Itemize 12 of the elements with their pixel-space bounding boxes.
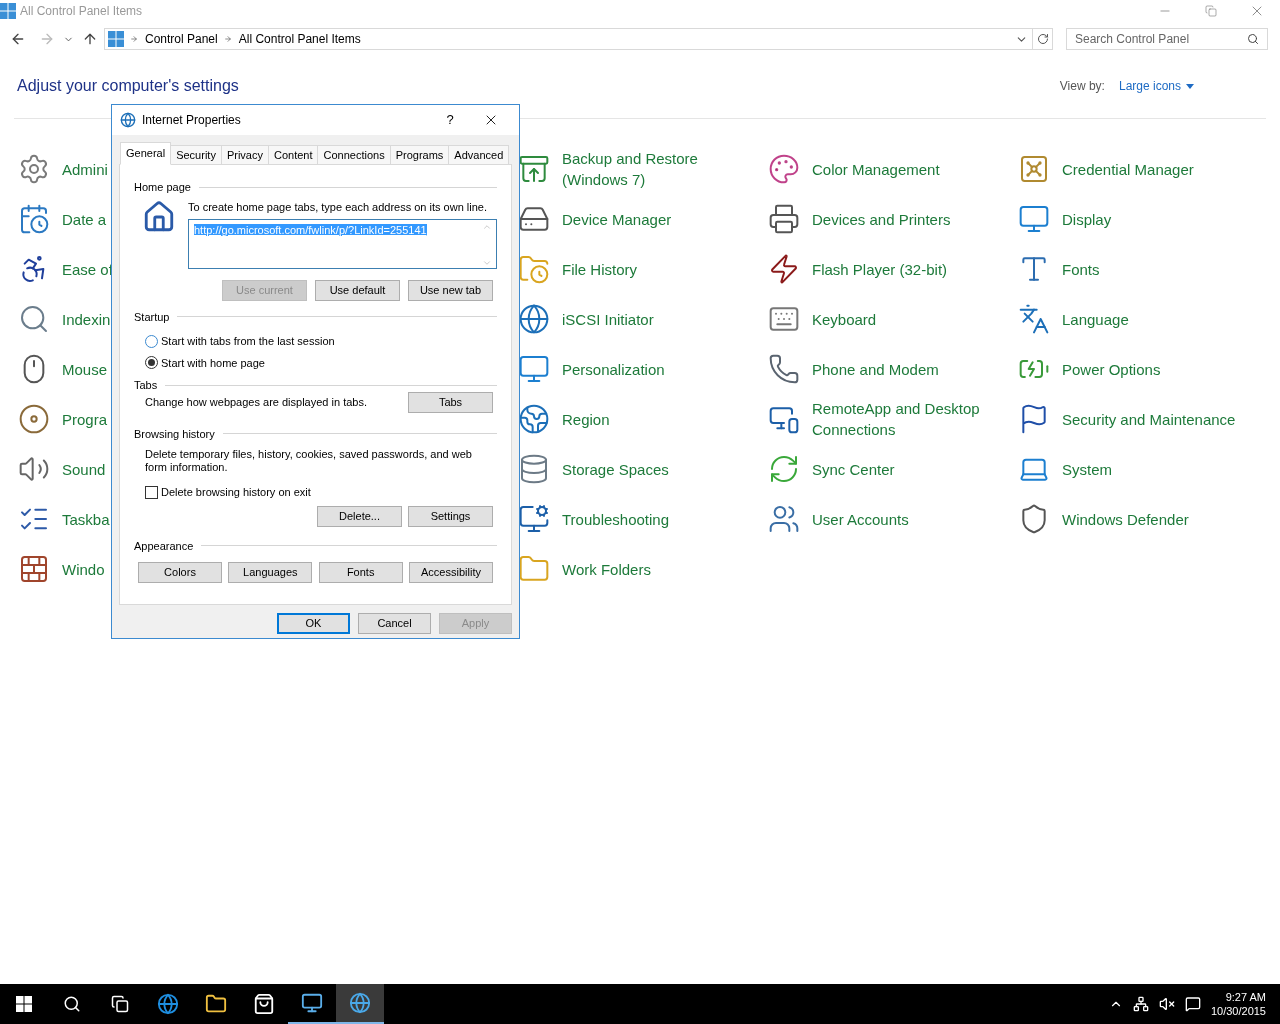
window-title: All Control Panel Items xyxy=(20,3,143,20)
section-heading: Home page xyxy=(134,180,191,195)
section-heading: Startup xyxy=(134,309,170,325)
section-heading: Appearance xyxy=(134,538,194,554)
hint-text: To create home page tabs, type each address on its own line. xyxy=(188,199,488,214)
view-by-label: View by: xyxy=(1059,78,1105,95)
page-heading: Adjust your computer's settings xyxy=(17,76,239,96)
tabs-description: Change how webpages are displayed in tabs. xyxy=(145,394,367,410)
section-heading: Tabs xyxy=(134,378,158,393)
section-heading: Browsing history xyxy=(134,426,215,442)
dialog-title: Internet Properties xyxy=(142,112,242,129)
history-description: Delete temporary files, history, cookies, saved passwords, and web form information. xyxy=(144,448,473,474)
